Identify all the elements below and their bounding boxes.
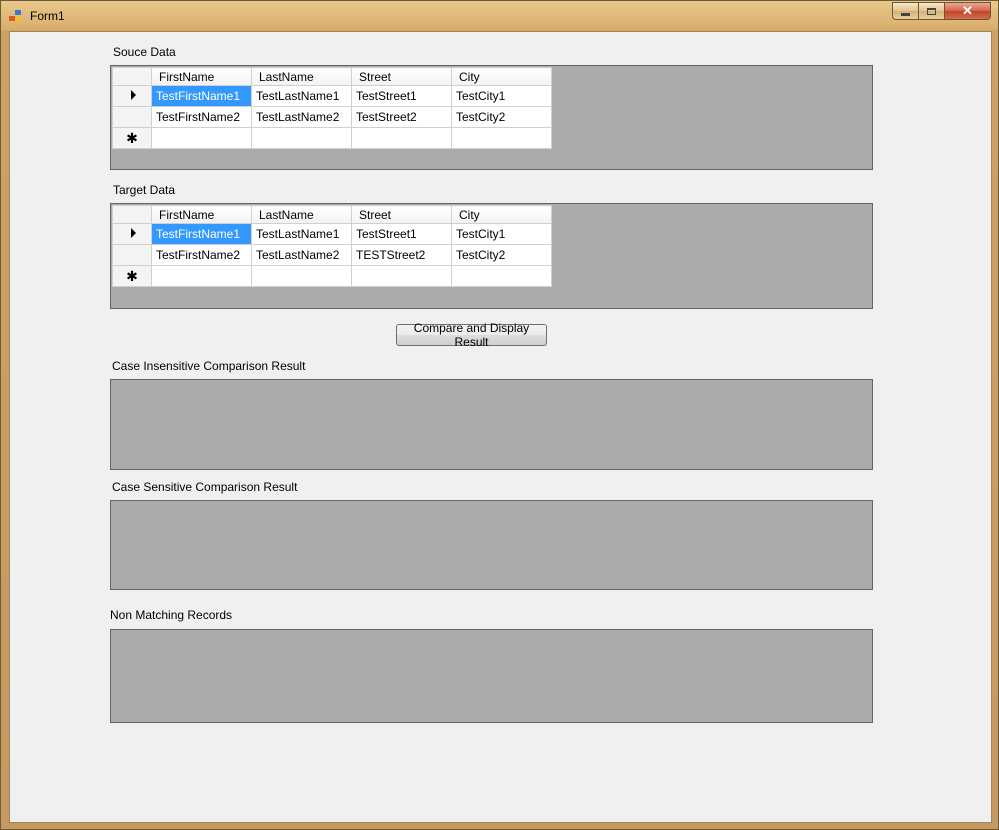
- row-header[interactable]: [112, 244, 152, 266]
- source-col-header[interactable]: FirstName: [151, 67, 252, 86]
- target-grid-table: FirstName LastName Street City TestFirst…: [112, 205, 552, 287]
- minimize-button[interactable]: [892, 2, 918, 20]
- current-row-arrow-icon: [130, 228, 136, 238]
- grid-cell[interactable]: [451, 265, 552, 287]
- row-header[interactable]: ✱: [112, 127, 152, 149]
- grid-cell[interactable]: TestCity1: [451, 85, 552, 107]
- row-header[interactable]: ✱: [112, 265, 152, 287]
- source-corner-header[interactable]: [112, 67, 152, 86]
- title-bar[interactable]: Form1 ✕: [1, 1, 998, 31]
- close-icon: ✕: [962, 3, 973, 18]
- grid-cell[interactable]: TestStreet2: [351, 106, 452, 128]
- grid-cell[interactable]: [351, 265, 452, 287]
- row-header[interactable]: [112, 223, 152, 245]
- grid-cell[interactable]: [151, 265, 252, 287]
- target-col-header[interactable]: Street: [351, 205, 452, 224]
- grid-cell[interactable]: TestLastName2: [251, 106, 352, 128]
- grid-cell[interactable]: TestCity1: [451, 223, 552, 245]
- grid-cell[interactable]: [251, 127, 352, 149]
- new-row: ✱: [112, 127, 552, 149]
- maximize-button[interactable]: [918, 2, 944, 20]
- case-insensitive-result-grid[interactable]: [110, 379, 873, 470]
- maximize-icon: [927, 7, 936, 15]
- minimize-icon: [901, 12, 910, 16]
- grid-cell[interactable]: [151, 127, 252, 149]
- grid-cell[interactable]: TestLastName2: [251, 244, 352, 266]
- grid-cell[interactable]: TestStreet1: [351, 85, 452, 107]
- grid-cell[interactable]: [251, 265, 352, 287]
- grid-cell[interactable]: [351, 127, 452, 149]
- grid-cell[interactable]: TestLastName1: [251, 223, 352, 245]
- target-header-row: FirstName LastName Street City: [112, 205, 552, 224]
- source-data-label: Souce Data: [113, 45, 176, 59]
- grid-cell[interactable]: TestLastName1: [251, 85, 352, 107]
- source-header-row: FirstName LastName Street City: [112, 67, 552, 86]
- grid-cell[interactable]: TestFirstName1: [151, 85, 252, 107]
- case-sensitive-label: Case Sensitive Comparison Result: [112, 480, 298, 494]
- non-matching-records-grid[interactable]: [110, 629, 873, 723]
- target-col-header[interactable]: FirstName: [151, 205, 252, 224]
- new-row: ✱: [112, 265, 552, 287]
- source-grid-table: FirstName LastName Street City TestFirst…: [112, 67, 552, 149]
- non-matching-label: Non Matching Records: [110, 608, 233, 622]
- target-corner-header[interactable]: [112, 205, 152, 224]
- row-header[interactable]: [112, 106, 152, 128]
- app-icon[interactable]: [9, 10, 23, 22]
- grid-cell[interactable]: TestFirstName2: [151, 106, 252, 128]
- grid-cell[interactable]: TestStreet1: [351, 223, 452, 245]
- table-row: TestFirstName2 TestLastName2 TESTStreet2…: [112, 244, 552, 266]
- caption-buttons: ✕: [892, 2, 991, 21]
- new-row-icon: ✱: [126, 267, 138, 284]
- target-col-header[interactable]: LastName: [251, 205, 352, 224]
- form-client-area: Souce Data FirstName LastName Street Cit…: [9, 31, 992, 823]
- grid-cell[interactable]: TestCity2: [451, 244, 552, 266]
- case-insensitive-label: Case Insensitive Comparison Result: [112, 359, 306, 373]
- target-col-header[interactable]: City: [451, 205, 552, 224]
- row-header[interactable]: [112, 85, 152, 107]
- grid-cell[interactable]: TestFirstName1: [151, 223, 252, 245]
- close-button[interactable]: ✕: [944, 2, 991, 20]
- window-frame: Form1 ✕ Souce Data FirstName LastName St…: [0, 0, 999, 830]
- source-col-header[interactable]: LastName: [251, 67, 352, 86]
- table-row: TestFirstName2 TestLastName2 TestStreet2…: [112, 106, 552, 128]
- source-data-grid[interactable]: FirstName LastName Street City TestFirst…: [110, 65, 873, 170]
- grid-cell[interactable]: TESTStreet2: [351, 244, 452, 266]
- target-data-grid[interactable]: FirstName LastName Street City TestFirst…: [110, 203, 873, 309]
- grid-cell[interactable]: [451, 127, 552, 149]
- table-row: TestFirstName1 TestLastName1 TestStreet1…: [112, 223, 552, 245]
- case-sensitive-result-grid[interactable]: [110, 500, 873, 590]
- table-row: TestFirstName1 TestLastName1 TestStreet1…: [112, 85, 552, 107]
- grid-cell[interactable]: TestCity2: [451, 106, 552, 128]
- source-col-header[interactable]: City: [451, 67, 552, 86]
- current-row-arrow-icon: [130, 90, 136, 100]
- grid-cell[interactable]: TestFirstName2: [151, 244, 252, 266]
- window-title: Form1: [30, 9, 65, 23]
- new-row-icon: ✱: [126, 129, 138, 146]
- target-data-label: Target Data: [113, 183, 176, 197]
- source-col-header[interactable]: Street: [351, 67, 452, 86]
- compare-button[interactable]: Compare and Display Result: [396, 321, 547, 349]
